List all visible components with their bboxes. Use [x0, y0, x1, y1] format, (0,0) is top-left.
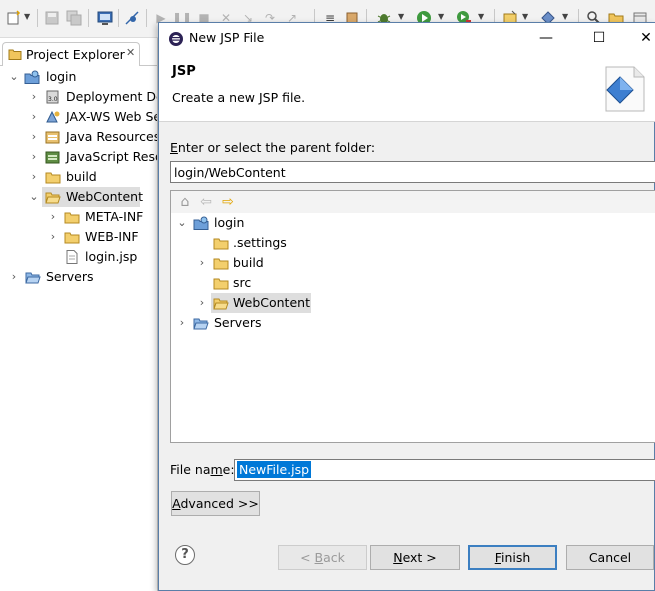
- tree-item-javascript-resources[interactable]: › JavaScript Reso: [0, 147, 157, 167]
- skip-breakpoints-icon[interactable]: [124, 10, 140, 26]
- folder-tree-item-webcontent[interactable]: › WebContent: [171, 293, 655, 313]
- advanced-button[interactable]: Advanced >>: [171, 491, 260, 516]
- home-icon[interactable]: ⌂: [177, 194, 193, 210]
- run-dropdown-icon[interactable]: ▼: [438, 12, 444, 21]
- debug-dropdown-icon[interactable]: ▼: [398, 12, 404, 21]
- folder-icon: [213, 238, 229, 250]
- tree-item-servers[interactable]: › Servers: [0, 267, 157, 287]
- wizard-page-title: JSP: [172, 64, 196, 79]
- back-button[interactable]: < Back: [278, 545, 367, 570]
- folder-open-icon: [25, 272, 41, 284]
- new-icon[interactable]: [6, 10, 22, 26]
- file-name-value: NewFile.jsp: [237, 461, 312, 478]
- chevron-down-icon[interactable]: ⌄: [28, 187, 40, 207]
- project-explorer-icon: [8, 49, 22, 60]
- close-icon[interactable]: ✕: [126, 46, 135, 59]
- tree-item-java-resources[interactable]: › Java Resources: [0, 127, 157, 147]
- forward-arrow-icon[interactable]: ⇨: [220, 194, 236, 210]
- chevron-right-icon[interactable]: ›: [196, 253, 208, 273]
- tree-item-build[interactable]: › build: [0, 167, 157, 187]
- javascript-resources-icon: [45, 151, 60, 164]
- folder-icon: [64, 212, 80, 224]
- folder-icon: [213, 278, 229, 290]
- chevron-right-icon[interactable]: ›: [28, 167, 40, 187]
- folder-tree-item-build[interactable]: › build: [171, 253, 655, 273]
- java-resources-icon: [45, 131, 60, 144]
- project-explorer-panel: Project Explorer ✕ ⌄ login › 3.0 Deploym…: [0, 38, 158, 591]
- tree-item-login[interactable]: ⌄ login: [0, 67, 157, 87]
- help-icon[interactable]: ?: [175, 545, 195, 565]
- console-icon[interactable]: [97, 10, 113, 26]
- dropdown-arrow-icon[interactable]: ▼: [24, 12, 30, 21]
- chevron-right-icon[interactable]: ›: [28, 127, 40, 147]
- file-icon: [66, 250, 78, 264]
- tree-item-meta-inf[interactable]: › META-INF: [0, 207, 157, 227]
- chevron-right-icon[interactable]: ›: [176, 313, 188, 333]
- run-external-dropdown-icon[interactable]: ▼: [478, 12, 484, 21]
- deployment-descriptor-icon: 3.0: [46, 90, 59, 104]
- folder-icon: [213, 258, 229, 270]
- folder-tree-item-servers[interactable]: › Servers: [171, 313, 655, 333]
- folder-icon: [64, 232, 80, 244]
- minimize-button[interactable]: —: [523, 23, 569, 53]
- back-arrow-icon[interactable]: ⇦: [198, 194, 214, 210]
- project-explorer-tab[interactable]: Project Explorer ✕: [2, 42, 140, 66]
- folder-tree-item-src[interactable]: src: [171, 273, 655, 293]
- tree-item-jax-ws[interactable]: › JAX-WS Web Se: [0, 107, 157, 127]
- tree-item-webcontent[interactable]: ⌄ WebContent: [0, 187, 157, 207]
- parent-folder-label-text: nter or select the parent folder:: [177, 140, 376, 155]
- folder-open-icon: [213, 298, 229, 310]
- new-jsp-file-dialog: New JSP File — ☐ ✕ JSP Create a new JSP …: [158, 22, 655, 591]
- file-name-input[interactable]: NewFile.jsp: [234, 459, 655, 481]
- dialog-titlebar[interactable]: New JSP File — ☐ ✕: [159, 23, 655, 53]
- svg-text:3.0: 3.0: [48, 96, 58, 103]
- folder-icon: [45, 172, 61, 184]
- project-icon: [193, 216, 209, 230]
- chevron-down-icon[interactable]: ⌄: [8, 67, 20, 87]
- new-wizard-dropdown-icon[interactable]: ▼: [522, 12, 528, 21]
- chevron-right-icon[interactable]: ›: [28, 107, 40, 127]
- close-button[interactable]: ✕: [623, 23, 655, 53]
- wizard-banner: JSP Create a new JSP file.: [159, 53, 655, 122]
- save-all-icon[interactable]: [66, 10, 82, 26]
- maximize-button[interactable]: ☐: [576, 23, 622, 53]
- wizard-page-description: Create a new JSP file.: [172, 90, 306, 105]
- jsp-wizard-graphic-icon: [605, 66, 645, 112]
- eclipse-icon: [169, 32, 183, 46]
- chevron-right-icon[interactable]: ›: [47, 227, 59, 247]
- dialog-title: New JSP File: [189, 30, 265, 45]
- tree-nav-toolbar: ⌂ ⇦ ⇨: [171, 191, 655, 213]
- chevron-right-icon[interactable]: ›: [8, 267, 20, 287]
- parent-folder-input[interactable]: [170, 161, 655, 183]
- tree-item-web-inf[interactable]: › WEB-INF: [0, 227, 157, 247]
- folder-tree-item-settings[interactable]: .settings: [171, 233, 655, 253]
- project-icon: [24, 70, 40, 84]
- parent-folder-tree[interactable]: ⌂ ⇦ ⇨ ⌄ login .settings › build src › We…: [170, 190, 655, 443]
- tree-item-login-jsp[interactable]: login.jsp: [0, 247, 157, 267]
- folder-open-icon: [193, 318, 209, 330]
- tree-item-deployment-descriptor[interactable]: › 3.0 Deployment Des: [0, 87, 157, 107]
- file-name-label: File name:: [170, 462, 235, 477]
- folder-open-icon: [45, 192, 61, 204]
- chevron-right-icon[interactable]: ›: [196, 293, 208, 313]
- project-explorer-title: Project Explorer: [26, 47, 125, 62]
- open-type-dropdown-icon[interactable]: ▼: [562, 12, 568, 21]
- chevron-right-icon[interactable]: ›: [28, 87, 40, 107]
- web-service-icon: [46, 110, 60, 123]
- chevron-down-icon[interactable]: ⌄: [176, 213, 188, 233]
- finish-button[interactable]: Finish: [468, 545, 557, 570]
- save-icon[interactable]: [44, 10, 60, 26]
- chevron-right-icon[interactable]: ›: [47, 207, 59, 227]
- cancel-button[interactable]: Cancel: [566, 545, 654, 570]
- next-button[interactable]: Next >: [370, 545, 460, 570]
- chevron-right-icon[interactable]: ›: [28, 147, 40, 167]
- parent-folder-label: Enter or select the parent folder:: [170, 140, 376, 155]
- folder-tree-item-login[interactable]: ⌄ login: [171, 213, 655, 233]
